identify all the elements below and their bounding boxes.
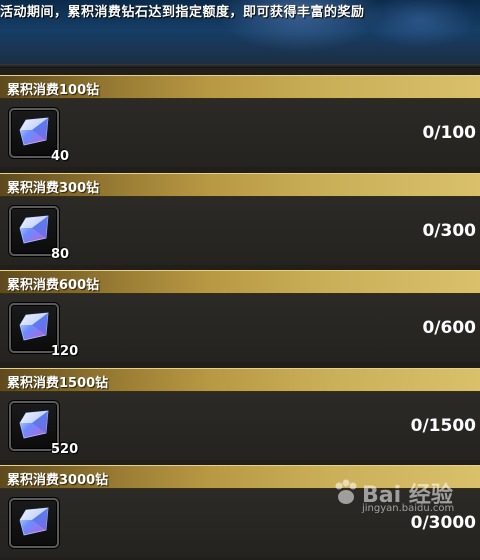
progress-text: 0/100 [422, 123, 476, 143]
crystal-icon [19, 117, 49, 146]
tier-body: 120 0/600 [0, 294, 480, 362]
progress-text: 0/1500 [410, 415, 476, 436]
crystal-icon [19, 312, 49, 341]
paw-icon [335, 479, 357, 504]
reward-count: 40 [51, 149, 70, 164]
reward-tier: 累积消费1500钻 520 0/1500 [0, 365, 480, 463]
reward-tier: 累积消费600钻 120 0/600 [0, 267, 480, 365]
tier-title: 累积消费1500钻 [7, 375, 109, 391]
tier-title: 累积消费600钻 [7, 278, 100, 293]
reward-slot[interactable]: 120 [9, 303, 78, 359]
reward-slot[interactable]: 40 [9, 108, 69, 164]
reward-count: 80 [51, 246, 70, 262]
watermark-url: jingyan.baidu.com [362, 503, 455, 514]
tier-body: 40 0/100 [0, 99, 480, 167]
reward-tier: 累积消费300钻 80 0/300 [0, 170, 480, 268]
tier-header: 累积消费300钻 [0, 172, 480, 197]
progress-text: 0/600 [422, 318, 476, 338]
reward-slot[interactable] [9, 498, 59, 548]
tier-title: 累积消费100钻 [7, 83, 100, 98]
tier-title: 累积消费3000钻 [7, 473, 109, 488]
reward-slot[interactable]: 80 [9, 205, 69, 262]
reward-count: 520 [51, 441, 79, 457]
crystal-icon [19, 410, 49, 438]
event-banner: 活动期间，累积消费钻石达到指定额度，即可获得丰富的奖励 [0, 0, 480, 68]
tier-body: 520 0/1500 [0, 391, 480, 460]
crystal-icon [19, 507, 49, 536]
tier-header: 累积消费600钻 [0, 270, 480, 294]
baidu-watermark: Bai 经验 jingyan.baidu.com [332, 477, 472, 517]
tier-body: 80 0/300 [0, 196, 480, 265]
reward-tier: 累积消费100钻 40 0/100 [0, 72, 480, 170]
tier-title: 累积消费300钻 [7, 180, 100, 196]
tier-header: 累积消费100钻 [0, 75, 480, 99]
reward-slot[interactable]: 520 [9, 400, 78, 457]
tier-header: 累积消费1500钻 [0, 367, 480, 392]
progress-text: 0/300 [422, 220, 476, 241]
reward-count: 120 [51, 344, 79, 359]
event-description: 活动期间，累积消费钻石达到指定额度，即可获得丰富的奖励 [0, 5, 365, 20]
crystal-icon [19, 215, 49, 243]
